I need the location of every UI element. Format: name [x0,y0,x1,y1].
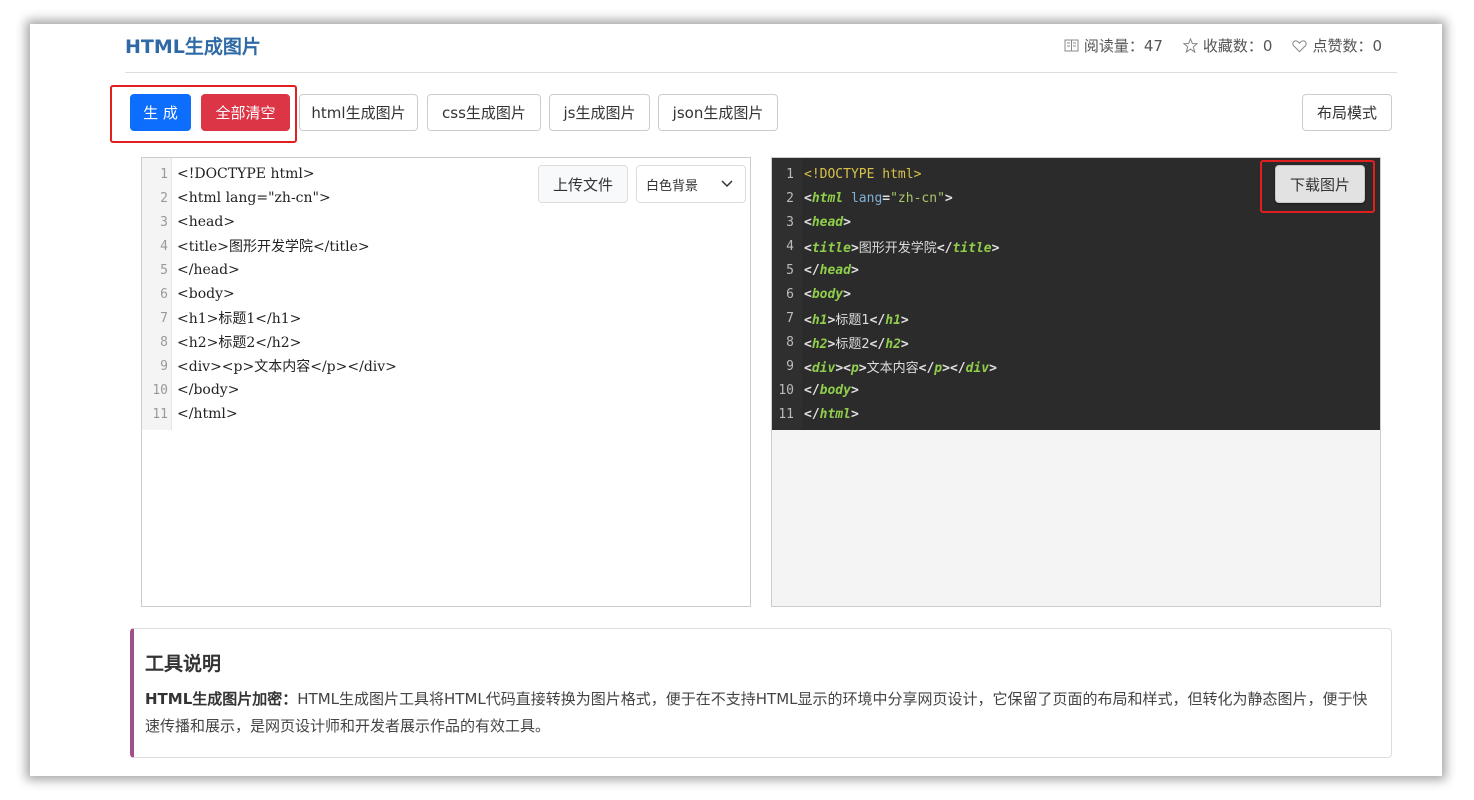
preview-line: 7 <h1>标题1</h1> [786,310,909,328]
clear-all-button[interactable]: 全部清空 [201,94,290,131]
tab-css[interactable]: css生成图片 [427,94,541,131]
page-title: HTML生成图片 [125,36,261,58]
code-text: </body> [177,382,240,398]
stats-bar: 阅读量：47 收藏数：0 点赞数：0 [1064,35,1382,56]
tool-description-body: HTML生成图片工具将HTML代码直接转换为图片格式，便于在不支持HTML显示的… [145,690,1368,735]
line-number: 6 [160,286,168,302]
line-number: 2 [160,190,168,206]
preview-line: 2 <html lang="zh-cn"> [786,190,953,206]
editor-line[interactable]: 8 <h2>标题2</h2> [142,330,301,354]
editor-line[interactable]: 7 <h1>标题1</h1> [142,306,301,330]
preview-line: 9 <div><p>文本内容</p></div> [786,358,997,376]
stat-favorite: 收藏数：0 [1182,35,1273,56]
code-text: </head> [177,262,240,278]
background-select[interactable]: 白色背景 [636,165,746,203]
line-number: 4 [160,238,168,254]
upload-file-button[interactable]: 上传文件 [538,165,628,203]
read-count-icon [1064,39,1079,52]
editor-line[interactable]: 1 <!DOCTYPE html> [142,162,315,186]
stat-favorite-label: 收藏数：0 [1202,37,1273,55]
editor-line[interactable]: 10 </body> [142,378,239,402]
line-number: 8 [160,334,168,350]
editor-line[interactable]: 9 <div><p>文本内容</p></div> [142,354,397,378]
line-number: 5 [160,262,168,278]
preview-line: 8 <h2>标题2</h2> [786,334,909,352]
editor-line[interactable]: 3 <head> [142,210,235,234]
rendered-code-image: 1 <!DOCTYPE html> 2 <html lang="zh-cn"> 3 <… [772,158,1380,430]
editor-line[interactable]: 4 <title>图形开发学院</title> [142,234,370,258]
preview-line: 10 </body> [778,382,859,398]
code-text: <title>图形开发学院</title> [177,239,370,255]
stat-like-label: 点赞数：0 [1312,37,1382,55]
preview-line: 1 <!DOCTYPE html> [786,166,922,182]
stat-like: 点赞数：0 [1292,35,1382,56]
line-number: 3 [160,214,168,230]
tool-description: 工具说明 HTML生成图片加密：HTML生成图片工具将HTML代码直接转换为图片… [130,628,1392,758]
line-number: 11 [152,406,168,422]
image-preview: 1 <!DOCTYPE html> 2 <html lang="zh-cn"> 3 <… [771,157,1381,607]
preview-line: 11 </html> [778,406,859,422]
heart-icon [1292,39,1308,52]
tab-json[interactable]: json生成图片 [658,94,778,131]
code-text: <div><p>文本内容</p></div> [177,359,397,375]
preview-line: 6 <body> [786,286,851,302]
layout-mode-button[interactable]: 布局模式 [1302,94,1392,131]
tool-description-lead: HTML生成图片加密： [145,690,298,708]
code-text: <h1>标题1</h1> [177,311,302,327]
editor-line[interactable]: 2 <html lang="zh-cn"> [142,186,331,210]
chevron-down-icon [721,180,733,188]
code-text: <html lang="zh-cn"> [177,190,331,206]
editor-line[interactable]: 6 <body> [142,282,235,306]
line-number: 9 [160,358,168,374]
editor-line[interactable]: 11 </html> [142,402,238,426]
line-number: 7 [160,310,168,326]
code-text: <head> [177,214,236,230]
star-icon [1182,38,1198,53]
code-text: <h2>标题2</h2> [177,335,302,351]
preview-line: 5 </head> [786,262,859,278]
code-text: <body> [177,286,235,302]
background-select-value: 白色背景 [646,178,699,194]
generate-button[interactable]: 生 成 [130,94,191,131]
tool-description-text: HTML生成图片加密：HTML生成图片工具将HTML代码直接转换为图片格式，便于… [145,686,1375,740]
preview-line: 4 <title>图形开发学院</title> [786,238,1000,256]
code-text: <!DOCTYPE html> [177,166,315,182]
stat-read-label: 阅读量：47 [1083,37,1163,55]
download-image-button[interactable]: 下载图片 [1275,165,1365,203]
code-text: </html> [177,406,238,422]
tool-description-title: 工具说明 [145,653,222,675]
line-number: 1 [160,166,168,182]
code-editor[interactable]: 1 <!DOCTYPE html> 2 <html lang="zh-cn"> 3 <he… [141,157,751,607]
preview-line: 3 <head> [786,214,851,230]
tab-html[interactable]: html生成图片 [299,94,418,131]
header-divider [125,72,1397,73]
editor-line[interactable]: 5 </head> [142,258,240,282]
stat-read: 阅读量：47 [1064,35,1163,56]
tab-js[interactable]: js生成图片 [549,94,650,131]
line-number: 10 [152,382,168,398]
